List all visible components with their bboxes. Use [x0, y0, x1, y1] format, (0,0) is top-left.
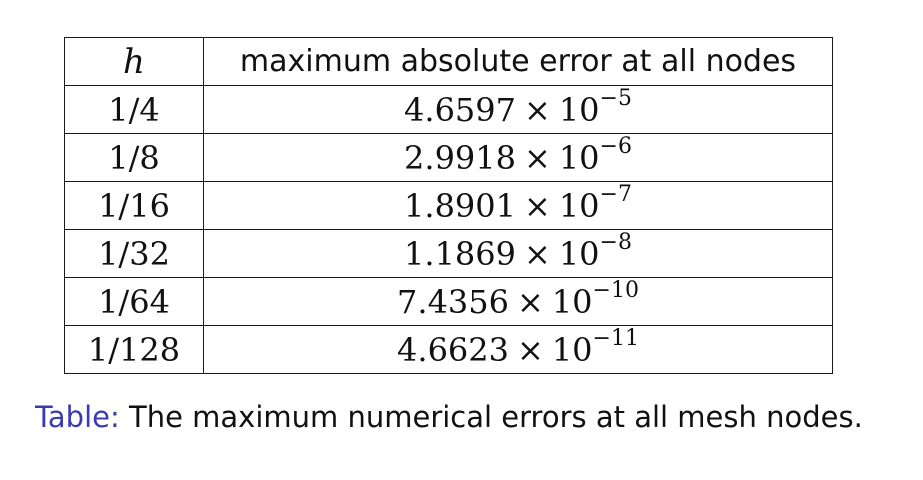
error-exponent: −5	[599, 85, 632, 111]
error-exponent: −11	[592, 325, 639, 351]
table-row: 1/8 2.9918 × 10−6	[64, 133, 833, 182]
times-symbol: ×	[524, 186, 551, 225]
cell-error: 7.4356 × 10−10	[203, 277, 833, 326]
caption-text: The maximum numerical errors at all mesh…	[128, 400, 863, 434]
error-mantissa: 1.1869	[404, 234, 516, 273]
times-symbol: ×	[524, 90, 551, 129]
error-exponent: −10	[592, 277, 639, 303]
times-symbol: ×	[524, 234, 551, 273]
caption-label: Table:	[35, 400, 120, 434]
error-mantissa: 7.4356	[397, 282, 509, 321]
header-error: maximum absolute error at all nodes	[203, 37, 833, 86]
times-symbol: ×	[517, 330, 544, 369]
table-row: 1/128 4.6623 × 10−11	[64, 325, 833, 374]
error-mantissa: 4.6597	[404, 90, 516, 129]
times-symbol: ×	[524, 138, 551, 177]
times-symbol: ×	[517, 282, 544, 321]
header-h: h	[64, 37, 204, 86]
error-base: 10	[558, 90, 600, 129]
table-caption: Table: The maximum numerical errors at a…	[35, 400, 863, 434]
error-exponent: −6	[599, 133, 632, 159]
table-row: 1/32 1.1869 × 10−8	[64, 229, 833, 278]
error-base: 10	[558, 186, 600, 225]
cell-h: 1/8	[64, 133, 204, 182]
cell-h: 1/4	[64, 85, 204, 134]
error-base: 10	[551, 330, 593, 369]
table-row: 1/64 7.4356 × 10−10	[64, 277, 833, 326]
cell-h: 1/32	[64, 229, 204, 278]
cell-h: 1/16	[64, 181, 204, 230]
cell-error: 4.6597 × 10−5	[203, 85, 833, 134]
error-mantissa: 4.6623	[397, 330, 509, 369]
error-mantissa: 2.9918	[404, 138, 516, 177]
error-exponent: −8	[599, 229, 632, 255]
cell-h: 1/128	[64, 325, 204, 374]
cell-h: 1/64	[64, 277, 204, 326]
error-base: 10	[551, 282, 593, 321]
table-header-row: h maximum absolute error at all nodes	[64, 37, 833, 86]
table-row: 1/16 1.8901 × 10−7	[64, 181, 833, 230]
slide: h maximum absolute error at all nodes 1/…	[0, 0, 923, 480]
cell-error: 1.1869 × 10−8	[203, 229, 833, 278]
error-exponent: −7	[599, 181, 632, 207]
error-base: 10	[558, 234, 600, 273]
cell-error: 1.8901 × 10−7	[203, 181, 833, 230]
error-mantissa: 1.8901	[404, 186, 516, 225]
table-row: 1/4 4.6597 × 10−5	[64, 85, 833, 134]
cell-error: 2.9918 × 10−6	[203, 133, 833, 182]
table-body: 1/4 4.6597 × 10−5 1/8 2.9918 × 10−6 1/16 1.8901 × 1…	[64, 85, 833, 374]
error-table: h maximum absolute error at all nodes 1/…	[64, 37, 833, 374]
error-base: 10	[558, 138, 600, 177]
cell-error: 4.6623 × 10−11	[203, 325, 833, 374]
